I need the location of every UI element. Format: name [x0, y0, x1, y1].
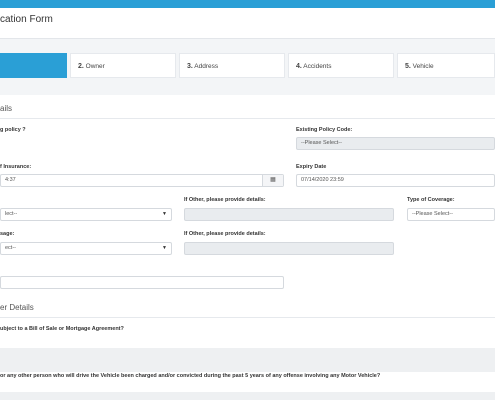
- usage-select-value: ect--: [5, 245, 16, 251]
- existing-code-value: --Please Select--: [301, 140, 342, 146]
- type-select[interactable]: lect-- ▼: [0, 208, 172, 221]
- step-accidents[interactable]: 4. Accidents: [288, 53, 394, 78]
- form-panel: ails g policy ? Existing Policy Code: --…: [0, 95, 495, 400]
- usage-label: sage:: [0, 231, 15, 237]
- divider: [0, 118, 495, 119]
- type-select-value: lect--: [5, 211, 18, 217]
- page-title: cation Form: [0, 14, 53, 25]
- bill-of-sale-question: ubject to a Bill of Sale or Mortgage Agr…: [0, 326, 124, 332]
- other-details-input[interactable]: [184, 208, 394, 221]
- other-details-label: If Other, please provide details:: [184, 197, 266, 203]
- other-details-input-2[interactable]: [184, 242, 394, 255]
- step-number: 5.: [405, 63, 411, 70]
- expiry-date-value: 07/14/2020 23:59: [301, 177, 344, 183]
- step-label: Address: [194, 63, 219, 70]
- expiry-label: Expiry Date: [296, 164, 327, 170]
- step-label: Vehicle: [412, 63, 434, 70]
- coverage-select[interactable]: --Please Select--: [407, 208, 495, 221]
- calendar-icon[interactable]: ▦: [262, 175, 283, 186]
- expiry-date-field[interactable]: 07/14/2020 23:59: [296, 174, 495, 187]
- insurance-date-label: f Insurance:: [0, 164, 32, 170]
- text-input[interactable]: [0, 276, 284, 289]
- convicted-question: or any other person who will drive the V…: [0, 373, 381, 379]
- policy-section-title: ails: [0, 104, 13, 113]
- divider: [0, 317, 495, 318]
- step-label: Owner: [85, 63, 105, 70]
- step-owner[interactable]: 2. Owner: [70, 53, 176, 78]
- coverage-label: Type of Coverage:: [407, 197, 455, 203]
- answer-row: [0, 348, 495, 372]
- chevron-down-icon: ▼: [162, 211, 167, 217]
- other-details-label-2: If Other, please provide details:: [184, 231, 266, 237]
- existing-code-select[interactable]: --Please Select--: [296, 137, 495, 150]
- page-header: cation Form: [0, 8, 495, 39]
- chevron-down-icon: ▼: [162, 245, 167, 251]
- wizard-steps: 2. Owner 3. Address 4. Accidents 5. Vehi…: [0, 53, 495, 78]
- coverage-value: --Please Select--: [412, 211, 453, 217]
- existing-code-label: Existing Policy Code:: [296, 127, 353, 133]
- step-address[interactable]: 3. Address: [179, 53, 285, 78]
- step-number: 3.: [187, 63, 193, 70]
- step-1[interactable]: [0, 53, 67, 78]
- insurance-date-value: 4:37: [5, 177, 16, 183]
- policy-question: g policy ?: [0, 127, 26, 133]
- owner-section-title: er Details: [0, 303, 34, 312]
- step-number: 4.: [296, 63, 302, 70]
- step-label: Accidents: [303, 63, 332, 70]
- step-vehicle[interactable]: 5. Vehicle: [397, 53, 495, 78]
- usage-select[interactable]: ect-- ▼: [0, 242, 172, 255]
- answer-row: [0, 392, 495, 400]
- top-accent-bar: [0, 0, 495, 8]
- step-number: 2.: [78, 63, 84, 70]
- insurance-date-field[interactable]: 4:37 ▦: [0, 174, 284, 187]
